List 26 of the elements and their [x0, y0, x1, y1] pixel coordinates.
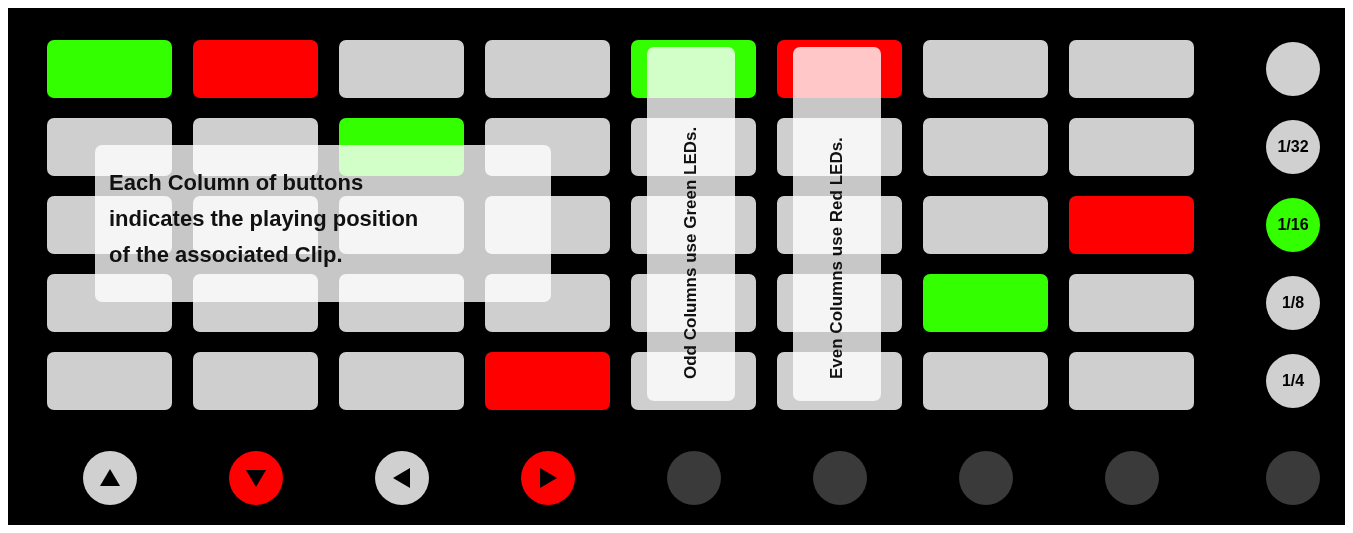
scene-button[interactable]: 1/32	[1266, 120, 1320, 174]
grid-pad[interactable]	[923, 196, 1048, 254]
note-tooltip: Each Column of buttons indicates the playing position of the associated Clip.	[95, 145, 551, 302]
grid-pad[interactable]	[1069, 118, 1194, 176]
round-button[interactable]	[1266, 42, 1320, 96]
grid-pad[interactable]	[923, 40, 1048, 98]
note-tooltip: Even Columns use Red LEDs.	[793, 47, 881, 401]
grid-pad[interactable]	[1069, 274, 1194, 332]
note-tooltip: Odd Columns use Green LEDs.	[647, 47, 735, 401]
grid-pad[interactable]	[1069, 352, 1194, 410]
grid-pad[interactable]	[923, 274, 1048, 332]
scene-button[interactable]: 1/4	[1266, 354, 1320, 408]
grid-pad[interactable]	[923, 118, 1048, 176]
grid-pad[interactable]	[485, 40, 610, 98]
grid-pad[interactable]	[1069, 40, 1194, 98]
grid-pad[interactable]	[47, 40, 172, 98]
grid-pad[interactable]	[923, 352, 1048, 410]
grid-pad[interactable]	[47, 352, 172, 410]
scene-button[interactable]: 1/16	[1266, 198, 1320, 252]
scene-button[interactable]: 1/8	[1266, 276, 1320, 330]
grid-pad[interactable]	[1069, 196, 1194, 254]
grid-pad[interactable]	[339, 40, 464, 98]
grid-pad[interactable]	[193, 40, 318, 98]
grid-pad[interactable]	[485, 352, 610, 410]
grid-pad[interactable]	[193, 352, 318, 410]
grid-pad[interactable]	[339, 352, 464, 410]
